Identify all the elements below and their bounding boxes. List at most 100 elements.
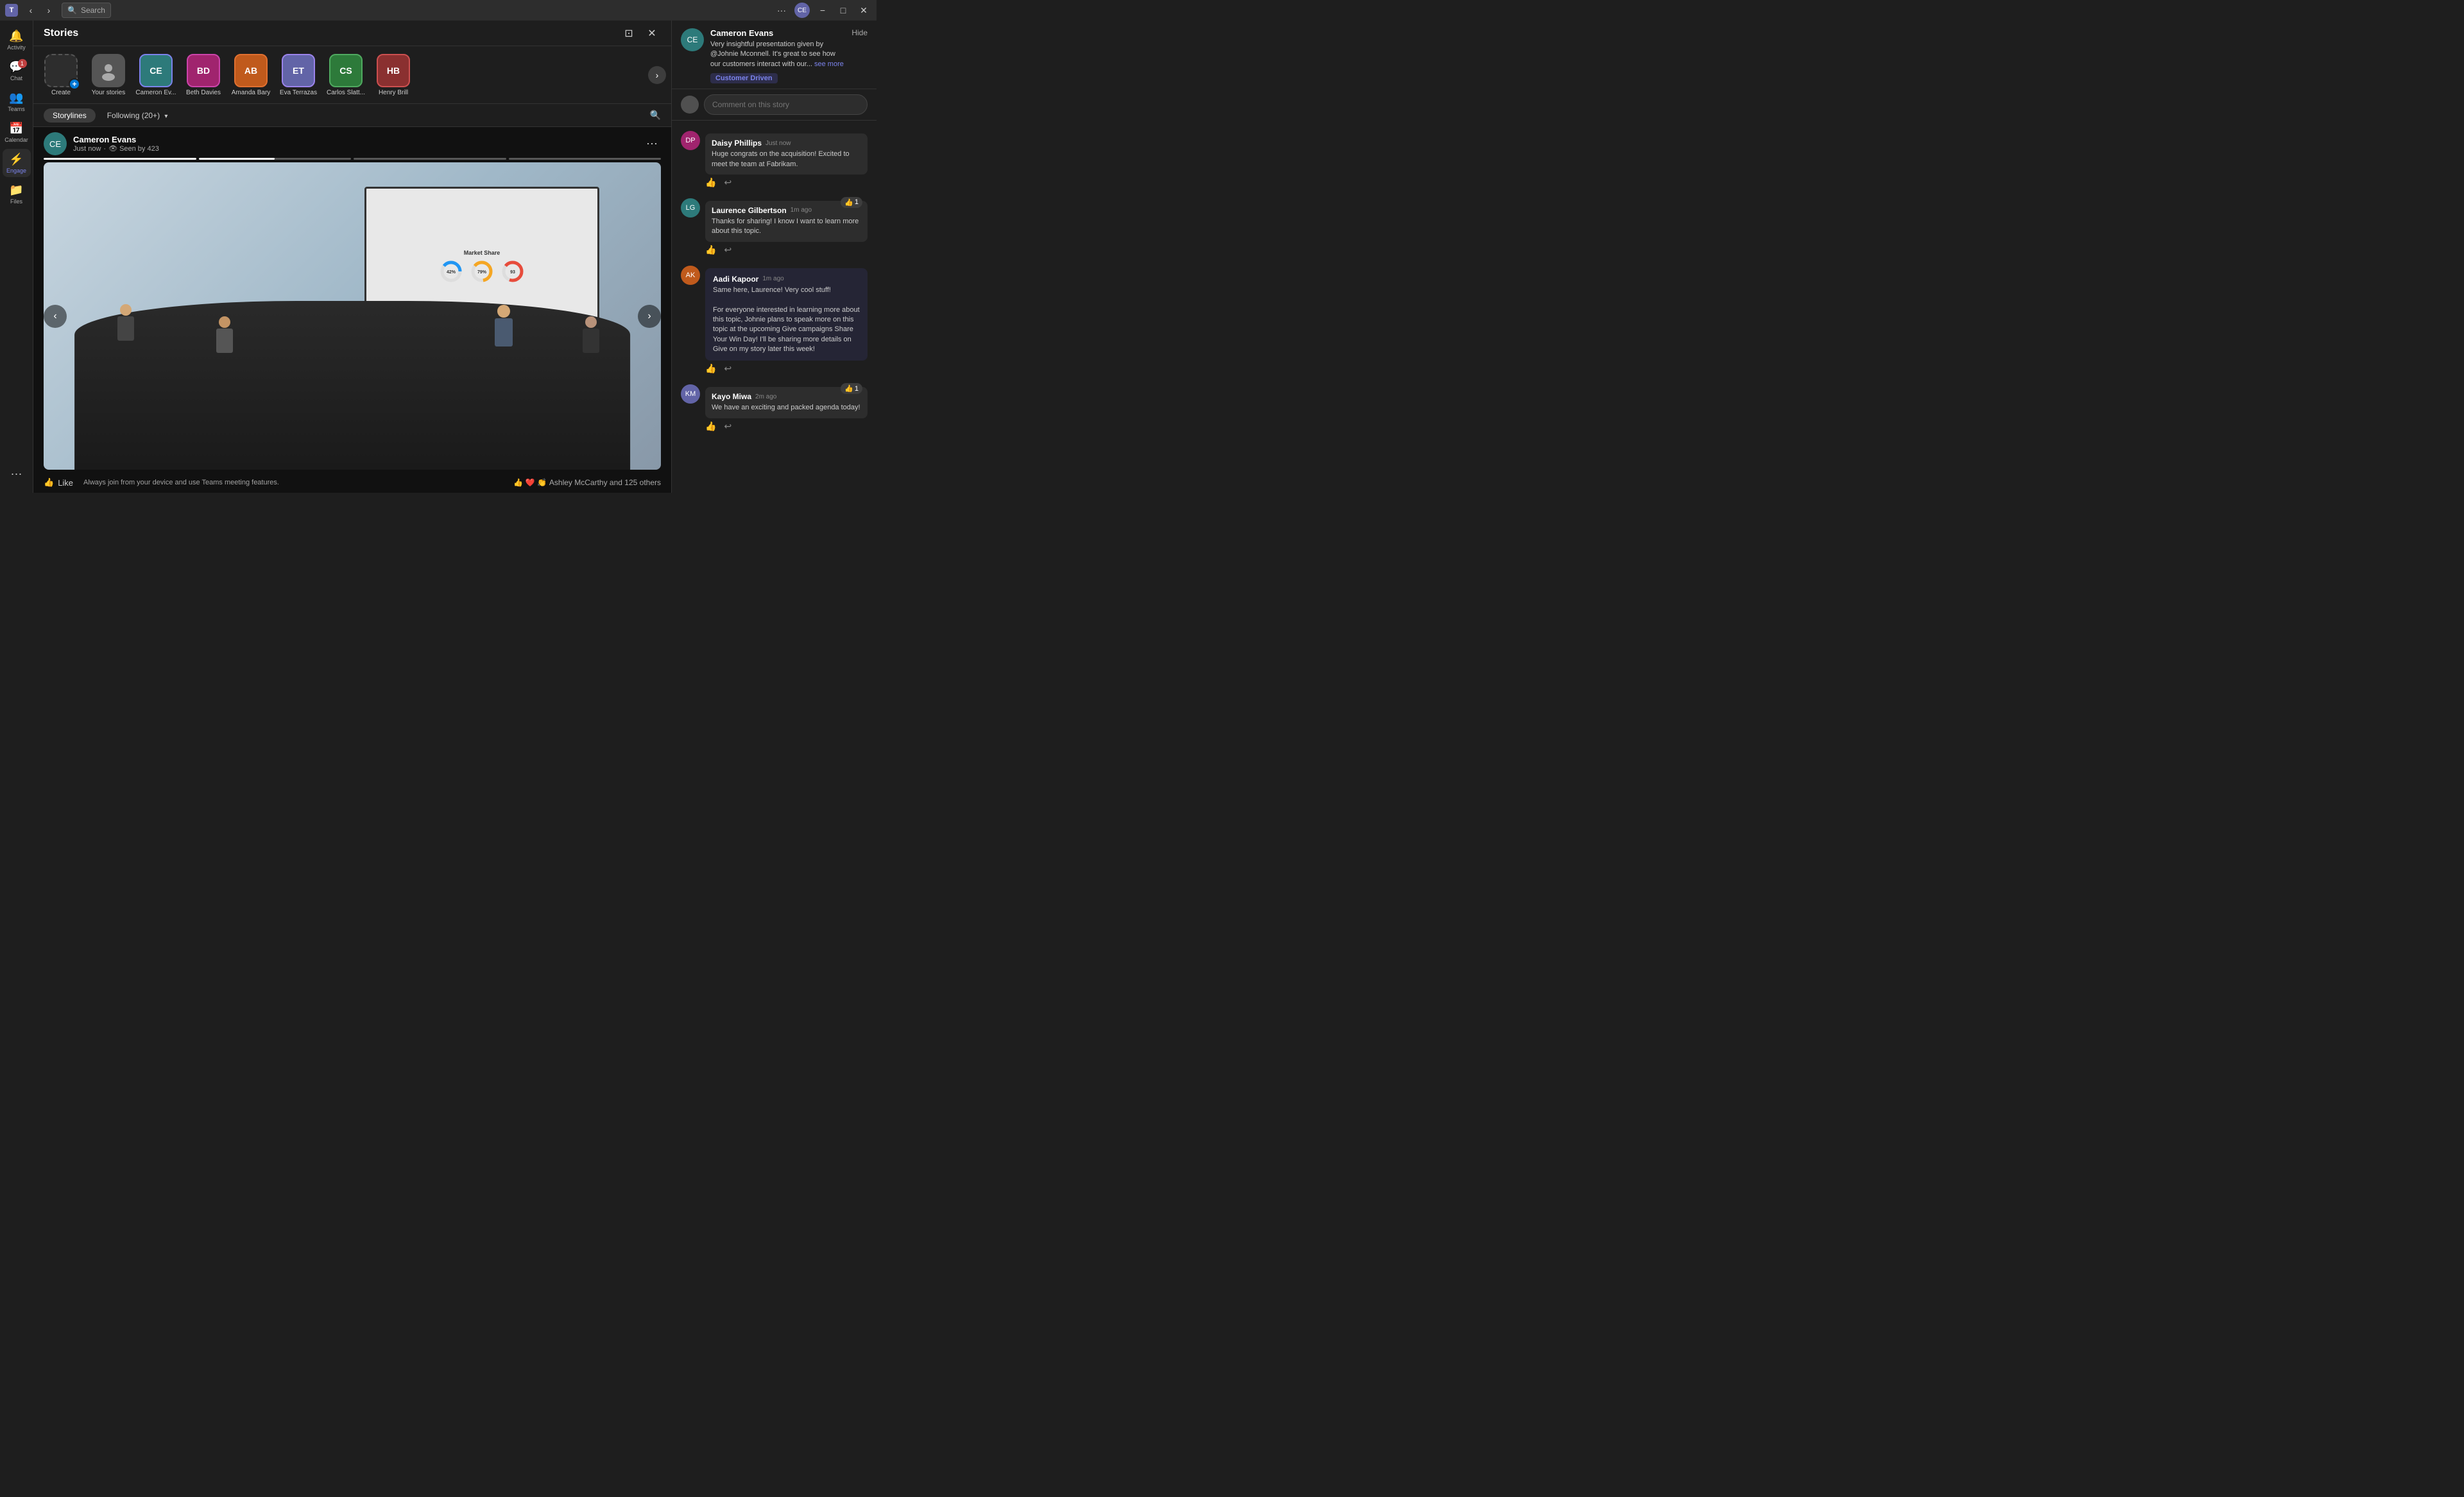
title-bar-left: T ‹ › 🔍 Search <box>5 3 111 18</box>
like-comment-1[interactable]: 👍 <box>705 177 716 188</box>
see-more-link[interactable]: see more <box>814 60 844 68</box>
reaction-badge-4: 👍 1 <box>841 383 862 394</box>
your-stories-avatar-wrap <box>92 54 125 87</box>
sidebar-more-button[interactable]: ··· <box>3 459 31 488</box>
story-henry-brill[interactable]: HB Henry Brill <box>371 54 416 96</box>
comments-header-content: Cameron Evans Very insightful presentati… <box>710 28 845 83</box>
carlos-label: Carlos Slatt... <box>324 89 368 96</box>
like-comment-2[interactable]: 👍 <box>705 244 716 255</box>
comment-item-3: AK Aadi Kapoor 1m ago Same here, Laurenc… <box>672 261 877 380</box>
commenter-name-3: Aadi Kapoor <box>713 275 758 284</box>
sidebar-label-teams: Teams <box>8 106 25 112</box>
chart-42: 42% <box>438 259 464 284</box>
nav-back-button[interactable]: ‹ <box>23 3 38 18</box>
post-time: Just now <box>73 145 101 153</box>
comment-text-4: We have an exciting and packed agenda to… <box>712 403 861 413</box>
user-avatar[interactable]: CE <box>794 3 810 18</box>
person-figure-3 <box>583 316 599 353</box>
sidebar-label-engage: Engage <box>6 167 26 174</box>
carlos-avatar: CS <box>329 54 363 87</box>
tab-following[interactable]: Following (20+) ▾ <box>98 108 177 123</box>
comment-header-4: KM Kayo Miwa 2m ago We have an exciting … <box>681 384 868 431</box>
poster-info: Cameron Evans Just now · 👁 Seen by 423 <box>73 135 637 153</box>
current-user-avatar <box>681 96 699 114</box>
comment-time-1: Just now <box>766 140 791 147</box>
story-beth-davies[interactable]: BD Beth Davies <box>181 54 226 96</box>
maximize-button[interactable]: □ <box>835 3 851 18</box>
reply-comment-2[interactable]: ↩ <box>724 244 732 255</box>
story-prev-button[interactable]: ‹ <box>44 305 67 328</box>
sidebar-item-engage[interactable]: ⚡ Engage <box>3 149 31 177</box>
hide-button[interactable]: Hide <box>851 28 868 37</box>
close-button[interactable]: ✕ <box>856 3 871 18</box>
story-next-button[interactable]: › <box>638 305 661 328</box>
search-bar[interactable]: 🔍 Search <box>62 3 111 18</box>
progress-bars <box>33 158 671 160</box>
story-create-button[interactable]: + Create <box>38 54 83 96</box>
comment-actions-1: 👍 ↩ <box>705 177 868 188</box>
close-stories-button[interactable]: ✕ <box>643 24 661 42</box>
progress-fill-1 <box>44 158 196 160</box>
sidebar-item-files[interactable]: 📁 Files <box>3 180 31 208</box>
sidebar-item-teams[interactable]: 👥 Teams <box>3 87 31 115</box>
screen-title: Market Share <box>464 250 501 256</box>
poster-comment-text: Very insightful presentation given by @J… <box>710 40 845 69</box>
comment-body-3: Aadi Kapoor 1m ago Same here, Laurence! … <box>705 266 868 375</box>
story-circles-row: + Create Your stories <box>33 46 671 104</box>
story-more-button[interactable]: ⋯ <box>643 135 661 153</box>
thumbs-up-icon: 👍 <box>44 477 54 488</box>
sidebar-item-calendar[interactable]: 📅 Calendar <box>3 118 31 146</box>
comment-avatar-4: KM <box>681 384 700 404</box>
sidebar-label-calendar: Calendar <box>4 137 28 143</box>
comment-time-3: 1m ago <box>762 275 783 282</box>
progress-bar-2 <box>199 158 352 160</box>
app-layout: 🔔 Activity 💬 Chat 1 👥 Teams 📅 Calendar ⚡… <box>0 21 877 493</box>
comment-input-wrap <box>672 89 877 121</box>
your-stories-avatar <box>92 54 125 87</box>
svg-text:93: 93 <box>510 270 515 275</box>
beth-label: Beth Davies <box>182 89 225 96</box>
comment-time-2: 1m ago <box>791 207 812 214</box>
comment-bubble-3: Aadi Kapoor 1m ago Same here, Laurence! … <box>705 268 868 361</box>
sidebar-item-activity[interactable]: 🔔 Activity <box>3 26 31 54</box>
comment-header-1: DP Daisy Phillips Just now Huge congrats… <box>681 131 868 188</box>
comment-actions-2: 👍 ↩ <box>705 244 868 255</box>
story-eva-terrazas[interactable]: ET Eva Terrazas <box>276 54 321 96</box>
chart-93: 93 <box>500 259 526 284</box>
story-amanda-bary[interactable]: AB Amanda Bary <box>228 54 273 96</box>
story-footer: 👍 Like Always join from your device and … <box>33 475 671 493</box>
meeting-scene: Market Share 42% <box>44 162 661 470</box>
like-comment-4[interactable]: 👍 <box>705 421 716 432</box>
feed-search-icon[interactable]: 🔍 <box>650 110 661 121</box>
reply-comment-3[interactable]: ↩ <box>724 363 732 374</box>
comment-body-4: Kayo Miwa 2m ago We have an exciting and… <box>705 384 868 431</box>
comment-text-3: Same here, Laurence! Very cool stuff!For… <box>713 286 860 355</box>
reaction-emojis: 👍 ❤️ 👏 <box>513 478 547 487</box>
stories-next-button[interactable]: › <box>648 66 666 84</box>
more-options-button[interactable]: ··· <box>774 3 789 18</box>
comment-text-2: Thanks for sharing! I know I want to lea… <box>712 217 861 237</box>
story-cameron-evans[interactable]: CE Cameron Ev... <box>133 54 178 96</box>
minimize-button[interactable]: − <box>815 3 830 18</box>
story-your-stories[interactable]: Your stories <box>86 54 131 96</box>
poster-comment-name: Cameron Evans <box>710 28 845 38</box>
nav-forward-button[interactable]: › <box>41 3 56 18</box>
content-area: Stories ⊡ ✕ + Create <box>33 21 877 493</box>
teams-icon: 👥 <box>10 90 24 105</box>
reply-comment-1[interactable]: ↩ <box>724 177 732 188</box>
sidebar-item-chat[interactable]: 💬 Chat 1 <box>3 56 31 85</box>
like-comment-3[interactable]: 👍 <box>705 363 716 374</box>
like-button[interactable]: 👍 Like <box>44 477 73 488</box>
reply-comment-4[interactable]: ↩ <box>724 421 732 432</box>
story-carlos-slatt[interactable]: CS Carlos Slatt... <box>323 54 368 96</box>
poster-avatar: CE <box>44 132 67 155</box>
customer-tag[interactable]: Customer Driven <box>710 73 778 83</box>
tab-storylines[interactable]: Storylines <box>44 108 96 123</box>
comment-input[interactable] <box>704 94 868 115</box>
files-icon: 📁 <box>10 183 24 197</box>
eva-label: Eva Terrazas <box>277 89 320 96</box>
page-title: Stories <box>44 28 78 39</box>
comment-header-2: LG Laurence Gilbertson 1m ago Thanks for… <box>681 198 868 255</box>
cast-icon[interactable]: ⊡ <box>620 24 638 42</box>
comment-bubble-1: Daisy Phillips Just now Huge congrats on… <box>705 133 868 175</box>
